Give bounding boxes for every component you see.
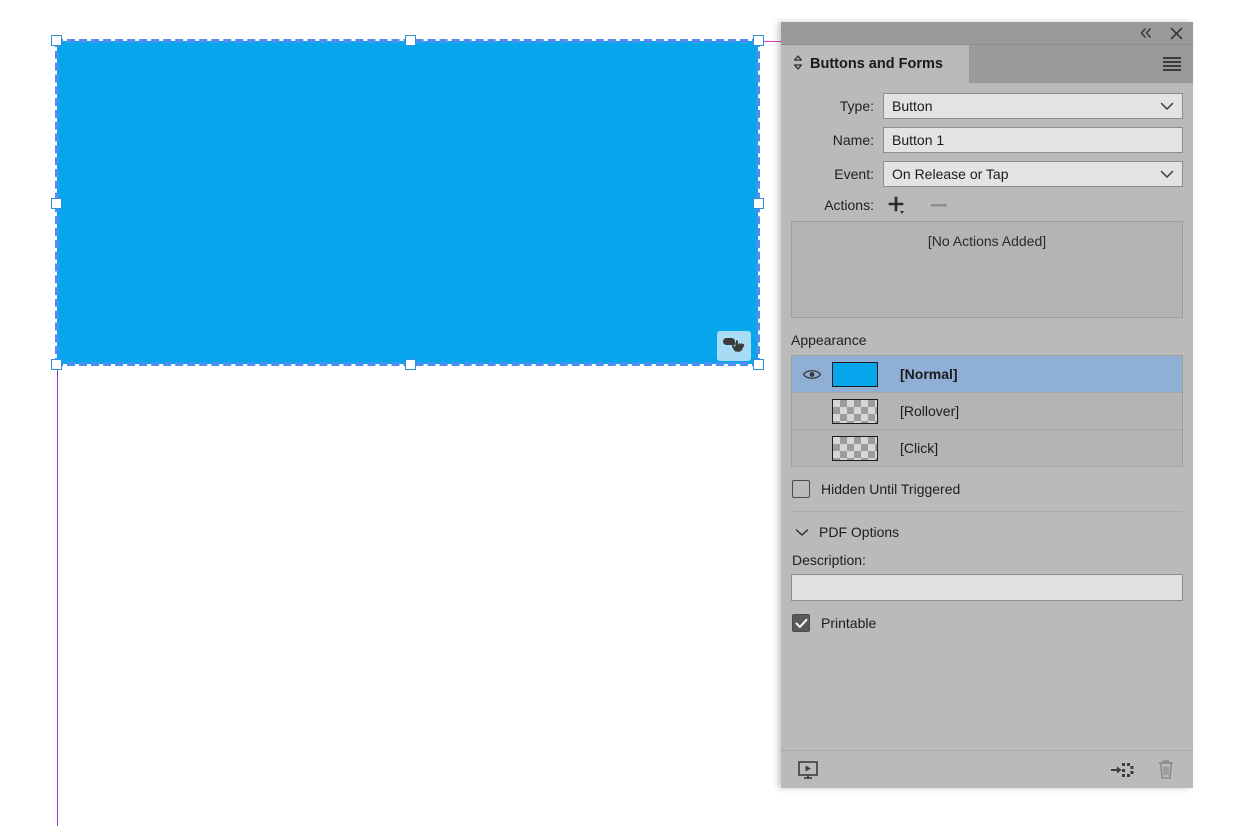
actions-list[interactable]: [No Actions Added] xyxy=(791,221,1183,318)
chevron-down-icon xyxy=(1160,98,1174,114)
appearance-section-title: Appearance xyxy=(791,332,867,348)
event-select[interactable]: On Release or Tap xyxy=(883,161,1183,187)
remove-action-icon xyxy=(929,195,949,215)
appearance-list: [Normal] [Rollover] [Click] xyxy=(791,355,1183,467)
type-label: Type: xyxy=(839,98,874,114)
tab-label: Buttons and Forms xyxy=(810,56,943,72)
buttons-and-forms-panel: Buttons and Forms Type: Button Name: But… xyxy=(781,22,1193,788)
button-fill-rectangle[interactable] xyxy=(57,41,758,364)
event-label: Event: xyxy=(834,166,874,182)
appearance-row-click[interactable]: [Click] xyxy=(792,430,1182,467)
appearance-row-rollover[interactable]: [Rollover] xyxy=(792,393,1182,430)
button-indicator-hand-icon xyxy=(717,331,751,361)
actions-empty-text: [No Actions Added] xyxy=(927,233,1047,249)
delete-icon[interactable] xyxy=(1153,758,1179,782)
type-value: Button xyxy=(892,98,933,114)
selection-handle-middle-right[interactable] xyxy=(753,198,764,209)
description-label: Description: xyxy=(792,552,866,568)
field-row-name: Name: Button 1 xyxy=(791,127,1183,153)
panel-tabstrip: Buttons and Forms xyxy=(781,45,1193,83)
chevron-down-icon xyxy=(1160,166,1174,182)
hidden-until-triggered-label: Hidden Until Triggered xyxy=(821,481,961,497)
tab-sort-icon xyxy=(793,54,803,74)
field-row-event: Event: On Release or Tap xyxy=(791,161,1183,187)
eye-visible-icon[interactable] xyxy=(792,368,832,381)
selection-handle-bottom-left[interactable] xyxy=(51,359,62,370)
actions-label: Actions: xyxy=(824,197,874,213)
selection-handle-bottom-right[interactable] xyxy=(753,359,764,370)
close-icon[interactable] xyxy=(1167,24,1185,42)
tab-buttons-and-forms[interactable]: Buttons and Forms xyxy=(781,45,969,83)
selection-handle-top-right[interactable] xyxy=(753,35,764,46)
panel-body: Type: Button Name: Button 1 Event: On Re… xyxy=(781,83,1193,645)
selection-handle-top-left[interactable] xyxy=(51,35,62,46)
event-value: On Release or Tap xyxy=(892,166,1009,182)
appearance-label: [Normal] xyxy=(900,366,958,382)
pdf-options-disclosure[interactable]: PDF Options xyxy=(791,512,1183,550)
selection-handle-top-center[interactable] xyxy=(405,35,416,46)
printable-label: Printable xyxy=(821,615,877,631)
collapse-to-icons-icon[interactable] xyxy=(1137,24,1155,42)
appearance-row-normal[interactable]: [Normal] xyxy=(792,356,1182,393)
actions-icon-group xyxy=(883,195,949,215)
name-value: Button 1 xyxy=(892,132,945,148)
chevron-down-icon[interactable] xyxy=(795,524,809,540)
printable-checkbox[interactable] xyxy=(792,614,810,632)
type-select[interactable]: Button xyxy=(883,93,1183,119)
field-row-actions: Actions: xyxy=(791,195,1183,215)
hidden-until-triggered-row[interactable]: Hidden Until Triggered xyxy=(791,467,1183,511)
appearance-label: [Click] xyxy=(900,440,939,456)
pdf-options-label: PDF Options xyxy=(819,524,900,540)
appearance-swatch[interactable] xyxy=(832,398,878,424)
name-label: Name: xyxy=(832,132,874,148)
appearance-label: [Rollover] xyxy=(900,403,960,419)
selection-handle-bottom-center[interactable] xyxy=(405,359,416,370)
appearance-swatch[interactable] xyxy=(832,435,878,461)
convert-to-object-icon[interactable] xyxy=(1109,758,1135,782)
appearance-swatch[interactable] xyxy=(832,361,878,387)
add-action-icon[interactable] xyxy=(887,195,907,215)
name-input[interactable]: Button 1 xyxy=(883,127,1183,153)
selection-handle-middle-left[interactable] xyxy=(51,198,62,209)
field-row-type: Type: Button xyxy=(791,93,1183,119)
printable-row[interactable]: Printable xyxy=(791,601,1183,645)
panel-menu-icon[interactable] xyxy=(1163,57,1181,71)
description-input[interactable] xyxy=(791,574,1183,601)
panel-footer xyxy=(781,750,1193,788)
hidden-until-triggered-checkbox[interactable] xyxy=(792,480,810,498)
panel-titlebar[interactable] xyxy=(781,22,1193,45)
preview-spread-icon[interactable] xyxy=(795,758,821,782)
selected-button-frame[interactable] xyxy=(51,35,764,370)
